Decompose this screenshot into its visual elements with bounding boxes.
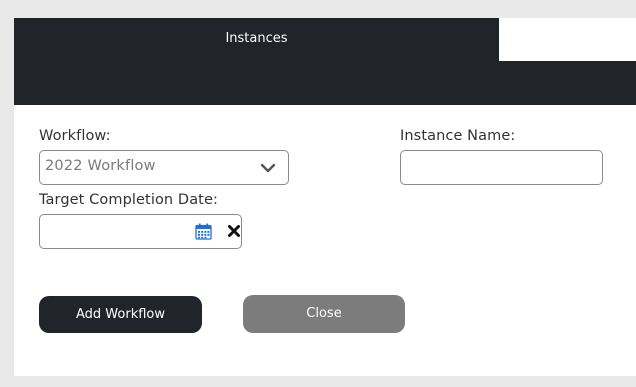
- header-blank-area: [499, 18, 636, 61]
- instances-dialog: Instances Workflow: 2022 Workflow Instan…: [14, 18, 636, 376]
- workflow-selected-value: 2022 Workflow: [45, 158, 156, 174]
- close-icon[interactable]: [228, 225, 240, 237]
- add-workflow-button[interactable]: Add Workflow: [39, 296, 202, 333]
- dialog-header: Instances: [14, 18, 636, 105]
- target-date-label: Target Completion Date:: [39, 192, 218, 208]
- close-button[interactable]: Close: [243, 295, 405, 333]
- workflow-select[interactable]: 2022 Workflow: [39, 150, 289, 185]
- calendar-icon[interactable]: [195, 223, 212, 240]
- chevron-down-icon: [260, 163, 276, 173]
- instance-name-label: Instance Name:: [400, 128, 516, 144]
- workflow-label: Workflow:: [39, 128, 111, 144]
- instance-name-input[interactable]: [400, 150, 603, 185]
- target-date-input[interactable]: [39, 214, 242, 249]
- tab-instances[interactable]: Instances: [14, 31, 499, 46]
